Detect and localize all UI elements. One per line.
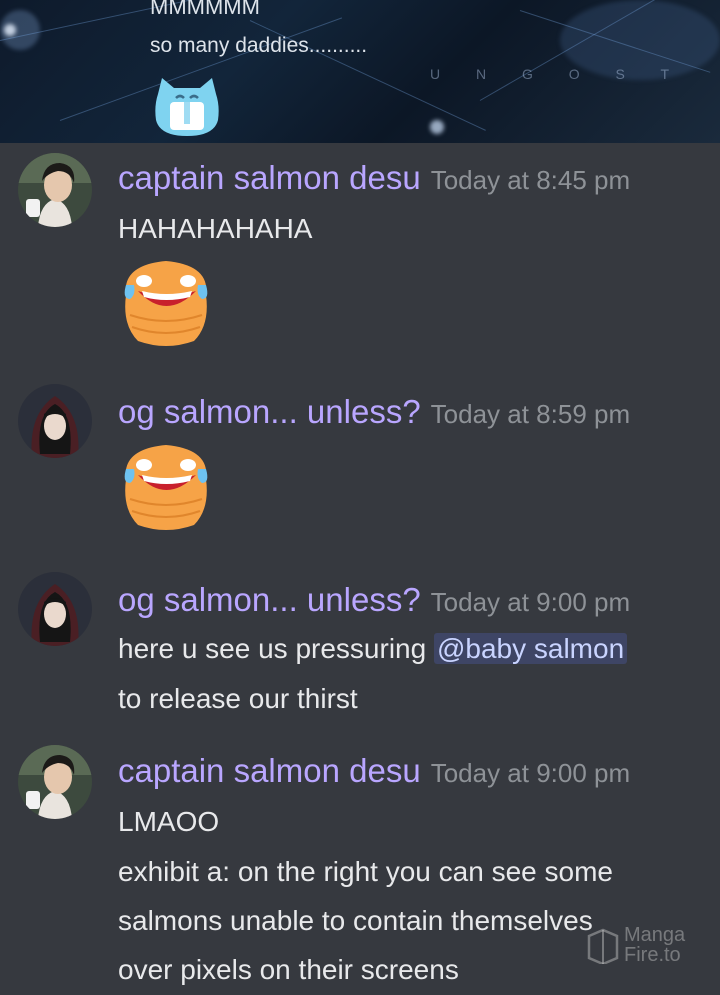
watermark-line-2: Fire.to: [624, 944, 681, 966]
site-watermark: Manga Fire.to: [584, 924, 694, 966]
message-text: exhibit a: on the right you can see some: [118, 856, 613, 887]
message-timestamp: Today at 8:59 pm: [430, 399, 631, 429]
author-name[interactable]: captain salmon desu: [118, 752, 421, 789]
message-text-segment: here u see us pressuring: [118, 633, 434, 664]
message-author[interactable]: captain salmon desu Today at 8:45 pm: [118, 159, 630, 197]
laughing-crying-emoji: [124, 261, 208, 346]
avatar[interactable]: [18, 745, 92, 819]
avatar[interactable]: [18, 384, 92, 458]
message-text: salmons unable to contain themselves: [118, 905, 593, 936]
message-text: here u see us pressuring @baby salmon: [118, 633, 628, 665]
avatar[interactable]: [18, 153, 92, 227]
banner-watermark-text: U N G O S T: [430, 66, 686, 82]
banner-text-line-1: MMMMMM: [150, 0, 260, 19]
message-timestamp: Today at 9:00 pm: [430, 758, 631, 788]
message-text: to release our thirst: [118, 683, 358, 714]
message-text: HAHAHAHAHA: [118, 213, 313, 244]
message-text: LMAOO: [118, 806, 220, 837]
author-name[interactable]: og salmon... unless?: [118, 393, 421, 430]
message-timestamp: Today at 9:00 pm: [430, 587, 631, 617]
laughing-crying-emoji: [124, 445, 208, 530]
message-author[interactable]: og salmon... unless? Today at 9:00 pm: [118, 581, 630, 619]
book-icon: [587, 928, 619, 964]
message-text: over pixels on their screens: [118, 954, 459, 985]
avatar[interactable]: [18, 572, 92, 646]
message-timestamp: Today at 8:45 pm: [430, 165, 631, 195]
message-author[interactable]: og salmon... unless? Today at 8:59 pm: [118, 393, 630, 431]
user-mention[interactable]: @baby salmon: [433, 633, 628, 664]
message-author[interactable]: captain salmon desu Today at 9:00 pm: [118, 752, 630, 790]
author-name[interactable]: captain salmon desu: [118, 159, 421, 196]
crying-cat-emoji: [155, 78, 219, 136]
banner-text-line-2: so many daddies..........: [150, 34, 368, 57]
image-banner: MMMMMM so many daddies.......... U N G O…: [0, 0, 720, 143]
author-name[interactable]: og salmon... unless?: [118, 581, 421, 618]
